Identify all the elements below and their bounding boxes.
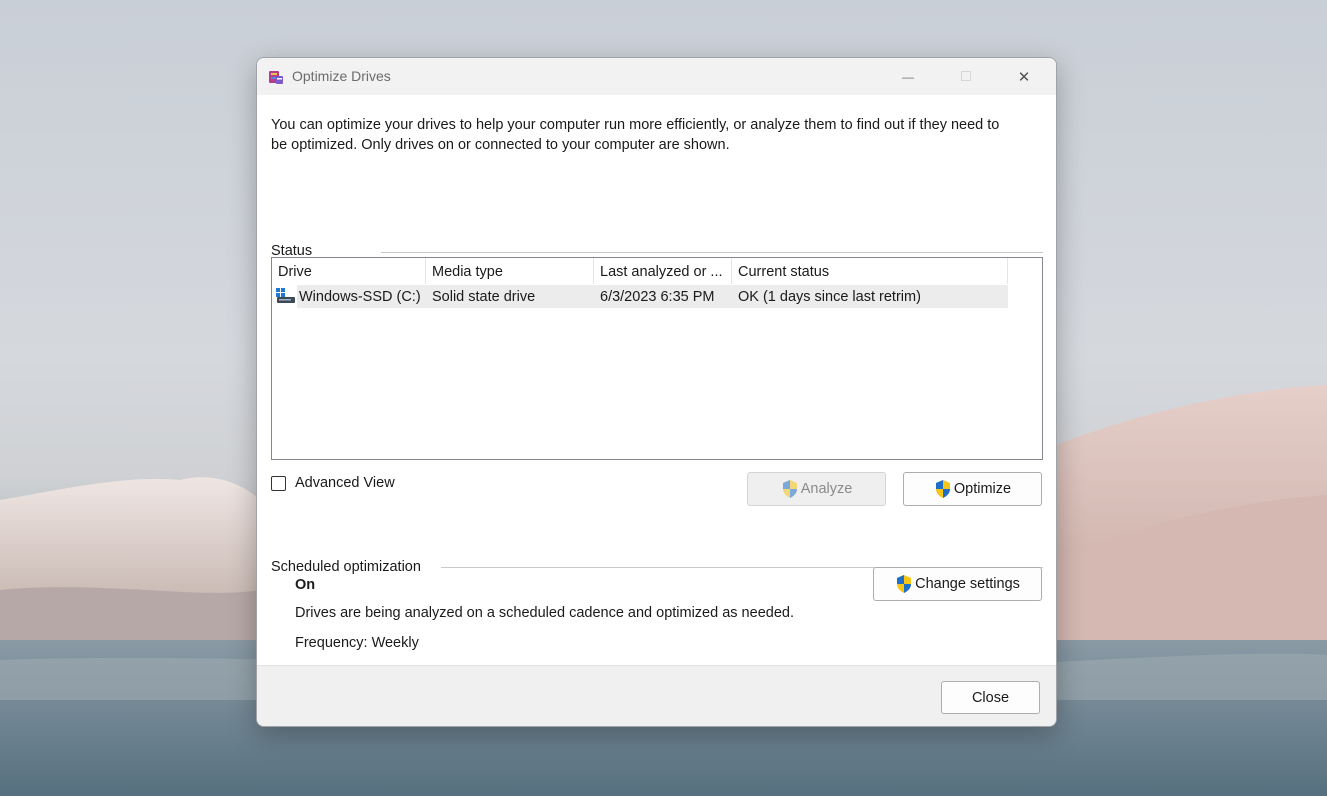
uac-shield-icon xyxy=(782,480,797,498)
table-row[interactable]: Windows-SSD (C:) Solid state drive 6/3/2… xyxy=(297,285,1008,308)
column-header-media-type[interactable]: Media type xyxy=(426,258,594,284)
list-header: Drive Media type Last analyzed or ... Cu… xyxy=(272,258,1008,284)
description-text: You can optimize your drives to help you… xyxy=(271,117,1000,153)
current-status-cell: OK (1 days since last retrim) xyxy=(738,289,921,305)
drive-name-cell: Windows-SSD (C:) xyxy=(299,289,421,305)
column-header-drive[interactable]: Drive xyxy=(272,258,426,284)
maximize-icon: □ xyxy=(961,67,971,85)
scheduled-group-label: Scheduled optimization xyxy=(271,559,421,575)
uac-shield-icon xyxy=(897,575,912,593)
status-divider xyxy=(381,252,1043,253)
close-icon: ✕ xyxy=(1017,68,1031,86)
analyze-label: Analyze xyxy=(800,481,853,497)
optimize-button[interactable]: Optimize xyxy=(903,472,1042,506)
drive-icon xyxy=(276,288,295,303)
analyze-button[interactable]: Analyze xyxy=(747,472,886,506)
advanced-view-label[interactable]: Advanced View xyxy=(295,475,395,491)
column-header-current-status[interactable]: Current status xyxy=(732,258,1008,284)
schedule-state: On xyxy=(295,577,316,593)
drives-list[interactable]: Drive Media type Last analyzed or ... Cu… xyxy=(271,257,1043,460)
minimize-icon: — xyxy=(902,69,914,84)
optimize-drives-window: Optimize Drives — □ ✕ You can optimize y… xyxy=(256,57,1057,727)
close-window-button[interactable]: ✕ xyxy=(995,58,1053,95)
uac-shield-icon xyxy=(935,480,950,498)
schedule-description: Drives are being analyzed on a scheduled… xyxy=(295,605,794,621)
dialog-footer: Close xyxy=(257,665,1056,726)
media-type-cell: Solid state drive xyxy=(432,289,536,305)
schedule-frequency: Frequency: Weekly xyxy=(295,635,419,651)
advanced-view-checkbox[interactable] xyxy=(271,476,286,491)
change-settings-button[interactable]: Change settings xyxy=(873,567,1042,601)
window-title: Optimize Drives xyxy=(292,68,391,84)
optimize-drives-icon xyxy=(269,71,283,84)
optimize-label: Optimize xyxy=(953,481,1012,497)
column-header-last-analyzed[interactable]: Last analyzed or ... xyxy=(594,258,732,284)
content-area: You can optimize your drives to help you… xyxy=(257,95,1056,666)
last-analyzed-cell: 6/3/2023 6:35 PM xyxy=(600,289,715,305)
maximize-button[interactable]: □ xyxy=(937,58,995,95)
minimize-button[interactable]: — xyxy=(879,58,937,95)
close-button[interactable]: Close xyxy=(941,681,1040,714)
title-bar[interactable]: Optimize Drives — □ ✕ xyxy=(257,58,1056,95)
close-label: Close xyxy=(971,689,1010,706)
change-settings-label: Change settings xyxy=(915,576,1020,592)
